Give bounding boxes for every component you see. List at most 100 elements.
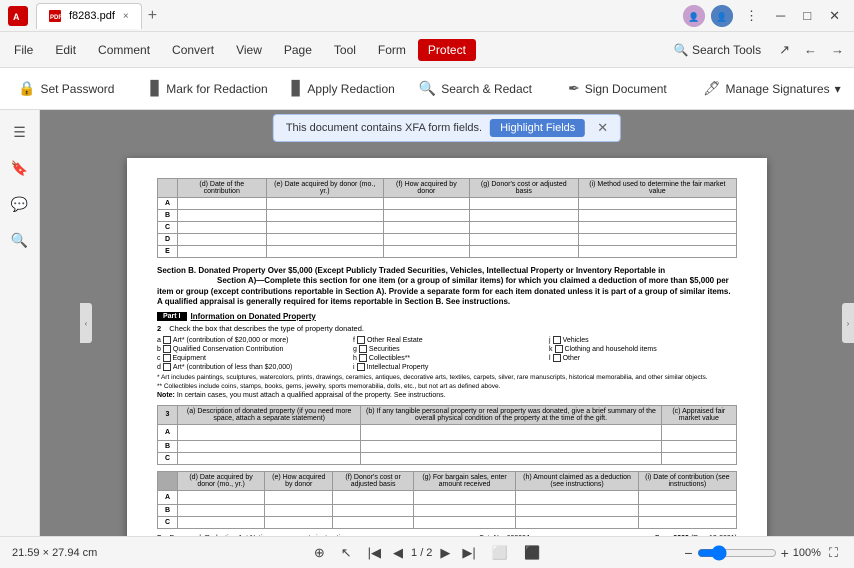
row-e-f[interactable] [383,246,469,258]
row-c-f[interactable] [383,222,469,234]
table-lower-c-i[interactable] [638,516,736,528]
checkbox-j-box[interactable] [553,336,561,344]
row-a-i[interactable] [578,198,736,210]
menu-protect[interactable]: Protect [418,39,476,61]
table3-b-val[interactable] [661,440,736,452]
sign-document-button[interactable]: ✒ Sign Document [558,76,677,101]
more-options-button[interactable]: ⋮ [739,6,764,26]
table3-a-cond[interactable] [361,424,661,440]
row-d-i[interactable] [578,234,736,246]
table-lower-a-h[interactable] [516,490,638,504]
table-lower-b-h[interactable] [516,504,638,516]
zoom-out-button[interactable]: − [684,545,692,561]
table-lower-c-f[interactable] [333,516,413,528]
checkbox-l-box[interactable] [553,354,561,362]
row-b-e[interactable] [266,210,383,222]
sidebar-icon-search[interactable]: 🔍 [6,226,34,254]
table-lower-a-f[interactable] [333,490,413,504]
row-b-i[interactable] [578,210,736,222]
minimize-button[interactable]: ─ [770,6,791,25]
table-lower-c-e[interactable] [265,516,333,528]
table-lower-b-f[interactable] [333,504,413,516]
table3-c-val[interactable] [661,452,736,464]
row-c-i[interactable] [578,222,736,234]
left-expand-button[interactable]: ‹ [80,303,92,343]
row-a-g[interactable] [469,198,578,210]
maximize-button[interactable]: □ [797,6,817,25]
zoom-in-button[interactable]: + [781,545,789,561]
table-lower-a-g[interactable] [413,490,516,504]
first-page-button[interactable]: |◀ [364,543,385,563]
table-lower-c-h[interactable] [516,516,638,528]
next-page-button[interactable]: ▶ [436,543,454,563]
checkbox-h-box[interactable] [359,354,367,362]
row-d-g[interactable] [469,234,578,246]
manage-signatures-button[interactable]: 🖋 Manage Signatures ▾ [693,76,851,101]
file-tab[interactable]: PDF f8283.pdf × [36,3,142,29]
select-tool-button[interactable]: ↖ [337,543,356,563]
zoom-slider[interactable] [697,545,777,561]
row-e-e[interactable] [266,246,383,258]
sidebar-icon-menu[interactable]: ☰ [6,118,34,146]
row-a-e[interactable] [266,198,383,210]
new-tab-button[interactable]: + [142,7,163,25]
sidebar-icon-comment[interactable]: 💬 [6,190,34,218]
search-tools-button[interactable]: 🔍 Search Tools [664,39,771,61]
external-link-button[interactable]: ↗ [773,40,796,60]
checkbox-g-box[interactable] [359,345,367,353]
checkbox-d-box[interactable] [163,363,171,371]
row-e-d[interactable] [178,246,267,258]
sidebar-icon-bookmark[interactable]: 🔖 [6,154,34,182]
back-button[interactable]: ← [798,40,823,59]
fullscreen-button[interactable]: ⛶ [825,543,842,563]
checkbox-c-box[interactable] [163,354,171,362]
checkbox-b-box[interactable] [163,345,171,353]
menu-comment[interactable]: Comment [88,39,160,61]
table3-b-cond[interactable] [361,440,661,452]
row-a-f[interactable] [383,198,469,210]
menu-page[interactable]: Page [274,39,322,61]
row-b-f[interactable] [383,210,469,222]
table-lower-a-i[interactable] [638,490,736,504]
checkbox-f-box[interactable] [357,336,365,344]
forward-button[interactable]: → [825,40,850,59]
table-lower-b-g[interactable] [413,504,516,516]
search-redact-button[interactable]: 🔍 Search & Redact [409,76,542,101]
row-e-i[interactable] [578,246,736,258]
row-d-f[interactable] [383,234,469,246]
table-lower-a-d[interactable] [178,490,265,504]
fit-page-button[interactable]: ⬜ [488,543,512,563]
apply-redaction-button[interactable]: ▊ Apply Redaction [282,76,405,101]
menu-view[interactable]: View [226,39,272,61]
checkbox-a-box[interactable] [163,336,171,344]
row-d-d[interactable] [178,234,267,246]
table-lower-c-g[interactable] [413,516,516,528]
checkbox-k-box[interactable] [555,345,563,353]
last-page-button[interactable]: ▶| [458,543,479,563]
checkbox-i-box[interactable] [357,363,365,371]
menu-convert[interactable]: Convert [162,39,224,61]
row-b-d[interactable] [178,210,267,222]
row-a-d[interactable] [178,198,267,210]
row-c-d[interactable] [178,222,267,234]
cursor-tool-button[interactable]: ⊕ [310,543,329,563]
menu-form[interactable]: Form [368,39,416,61]
table-lower-b-e[interactable] [265,504,333,516]
close-button[interactable]: ✕ [823,6,846,26]
right-expand-button[interactable]: › [842,303,854,343]
highlight-fields-button[interactable]: Highlight Fields [490,119,585,137]
table3-a-desc[interactable] [178,424,361,440]
table-lower-b-d[interactable] [178,504,265,516]
fit-width-button[interactable]: ⬛ [520,543,544,563]
table-lower-c-d[interactable] [178,516,265,528]
table-lower-b-i[interactable] [638,504,736,516]
set-password-button[interactable]: 🔒 Set Password [8,76,124,101]
table3-b-desc[interactable] [178,440,361,452]
menu-edit[interactable]: Edit [45,39,86,61]
row-e-g[interactable] [469,246,578,258]
table3-c-cond[interactable] [361,452,661,464]
row-d-e[interactable] [266,234,383,246]
xfa-close-button[interactable]: ✕ [597,120,608,136]
mark-for-redaction-button[interactable]: ▊ Mark for Redaction [140,76,277,101]
row-b-g[interactable] [469,210,578,222]
